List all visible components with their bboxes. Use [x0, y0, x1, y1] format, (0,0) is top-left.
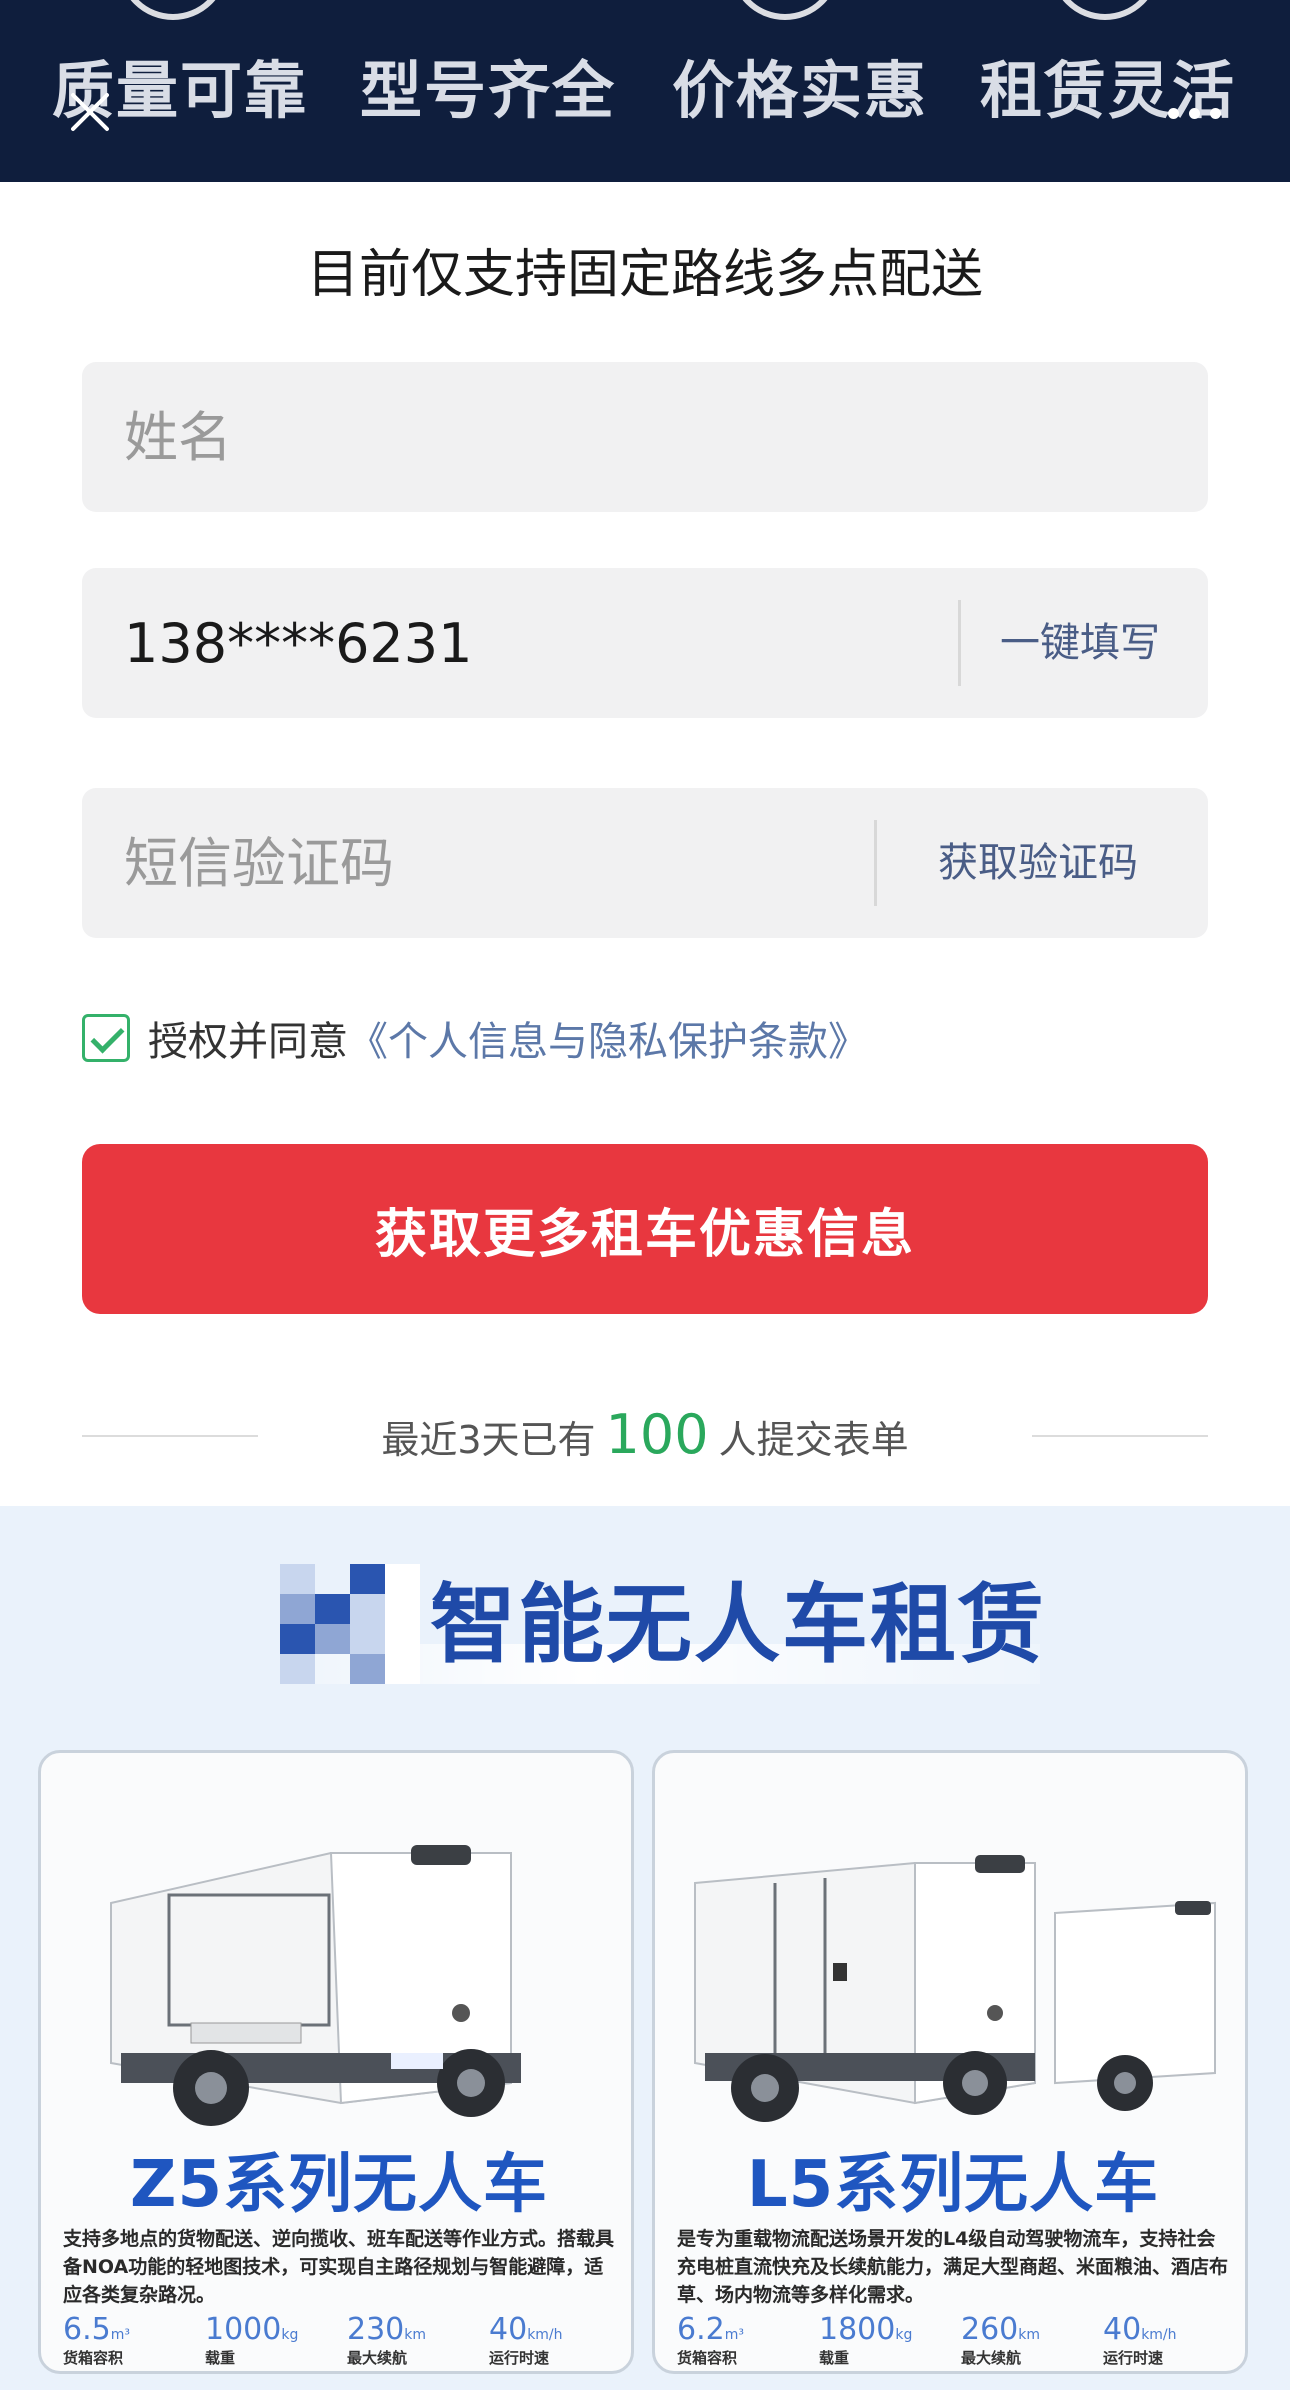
banner-tagline: 价格实惠 — [672, 54, 929, 127]
vehicle-description: 支持多地点的货物配送、逆向揽收、班车配送等作业方式。搭载具备NOA功能的轻地图技… — [63, 2228, 615, 2306]
banner-circle-icon — [118, 0, 228, 20]
submission-stats: 最近3天已有 100 人提交表单 — [0, 1400, 1290, 1470]
spec-item: 6.5m³ 货箱容积 — [63, 2312, 130, 2368]
top-banner: 质量可靠 型号齐全 价格实惠 租赁灵活 — [0, 0, 1290, 182]
z5-vehicle-image — [110, 1845, 521, 2126]
stats-count: 100 — [605, 1403, 709, 1466]
vehicle-description: 是专为重载物流配送场景开发的L4级自动驾驶物流车，支持社会充电桩直流快充及长续航… — [677, 2228, 1229, 2306]
stats-prefix: 最近3天已有 — [381, 1418, 596, 1462]
vehicle-card-z5[interactable]: Z5系列无人车 支持多地点的货物配送、逆向揽收、班车配送等作业方式。搭载具备NO… — [38, 1750, 634, 2374]
form-subtitle: 目前仅支持固定路线多点配送 — [306, 245, 983, 305]
spec-item: 260km 最大续航 — [961, 2312, 1041, 2368]
spec-item: 40km/h 运行时速 — [489, 2312, 563, 2368]
banner-circle-icon — [1050, 0, 1160, 20]
vehicle-name: Z5系列无人车 — [130, 2148, 548, 2222]
phone-input[interactable] — [124, 568, 964, 718]
banner-circle-icon — [730, 0, 840, 20]
spec-item: 230km 最大续航 — [347, 2312, 427, 2368]
phone-field[interactable]: 一键填写 — [82, 568, 1208, 718]
name-input[interactable] — [124, 362, 1164, 512]
field-divider — [874, 820, 877, 906]
sms-code-field[interactable]: 获取验证码 — [82, 788, 1208, 938]
agreement-row: 授权并同意 《个人信息与隐私保护条款》 — [82, 1008, 868, 1068]
autofill-button[interactable]: 一键填写 — [1000, 568, 1160, 718]
vehicle-card-l5[interactable]: L5系列无人车 是专为重载物流配送场景开发的L4级自动驾驶物流车，支持社会充电桩… — [652, 1750, 1248, 2374]
agree-label: 授权并同意 — [148, 1019, 348, 1065]
spec-item: 1000kg 载重 — [205, 2312, 299, 2368]
promo-section: 智能无人车租赁 Z5系列无人车 支持多地点的货物配送、逆向揽收、班车配送等作业方… — [0, 1506, 1290, 2390]
stats-text: 最近3天已有 100 人提交表单 — [0, 1400, 1290, 1475]
get-code-button[interactable]: 获取验证码 — [938, 788, 1138, 938]
l5-vehicle-image — [694, 1855, 1216, 2122]
spec-item: 6.2m³ 货箱容积 — [677, 2312, 744, 2368]
privacy-policy-link[interactable]: 《个人信息与隐私保护条款》 — [348, 1009, 868, 1067]
stats-suffix: 人提交表单 — [718, 1418, 909, 1462]
more-dots-icon[interactable] — [1168, 98, 1228, 128]
vehicle-specs: 6.5m³ 货箱容积 1000kg 载重 230km 最大续航 40km/h 运行时速 — [63, 2313, 619, 2368]
promo-title: 智能无人车租赁 — [430, 1575, 1046, 1675]
sms-code-input[interactable] — [124, 788, 884, 938]
spec-item: 1800kg 载重 — [819, 2312, 913, 2368]
banner-tagline: 型号齐全 — [360, 54, 617, 127]
agree-checkbox[interactable] — [82, 1014, 130, 1062]
field-divider — [958, 600, 961, 686]
brand-logo — [280, 1564, 420, 1684]
close-icon[interactable] — [60, 82, 120, 142]
spec-item: 40km/h 运行时速 — [1103, 2312, 1177, 2368]
submit-button[interactable]: 获取更多租车优惠信息 — [82, 1144, 1208, 1314]
promo-header: 智能无人车租赁 — [240, 1554, 1060, 1684]
vehicle-name: L5系列无人车 — [746, 2148, 1160, 2222]
name-field[interactable] — [82, 362, 1208, 512]
vehicle-specs: 6.2m³ 货箱容积 1800kg 载重 260km 最大续航 40km/h 运行时速 — [677, 2313, 1233, 2368]
